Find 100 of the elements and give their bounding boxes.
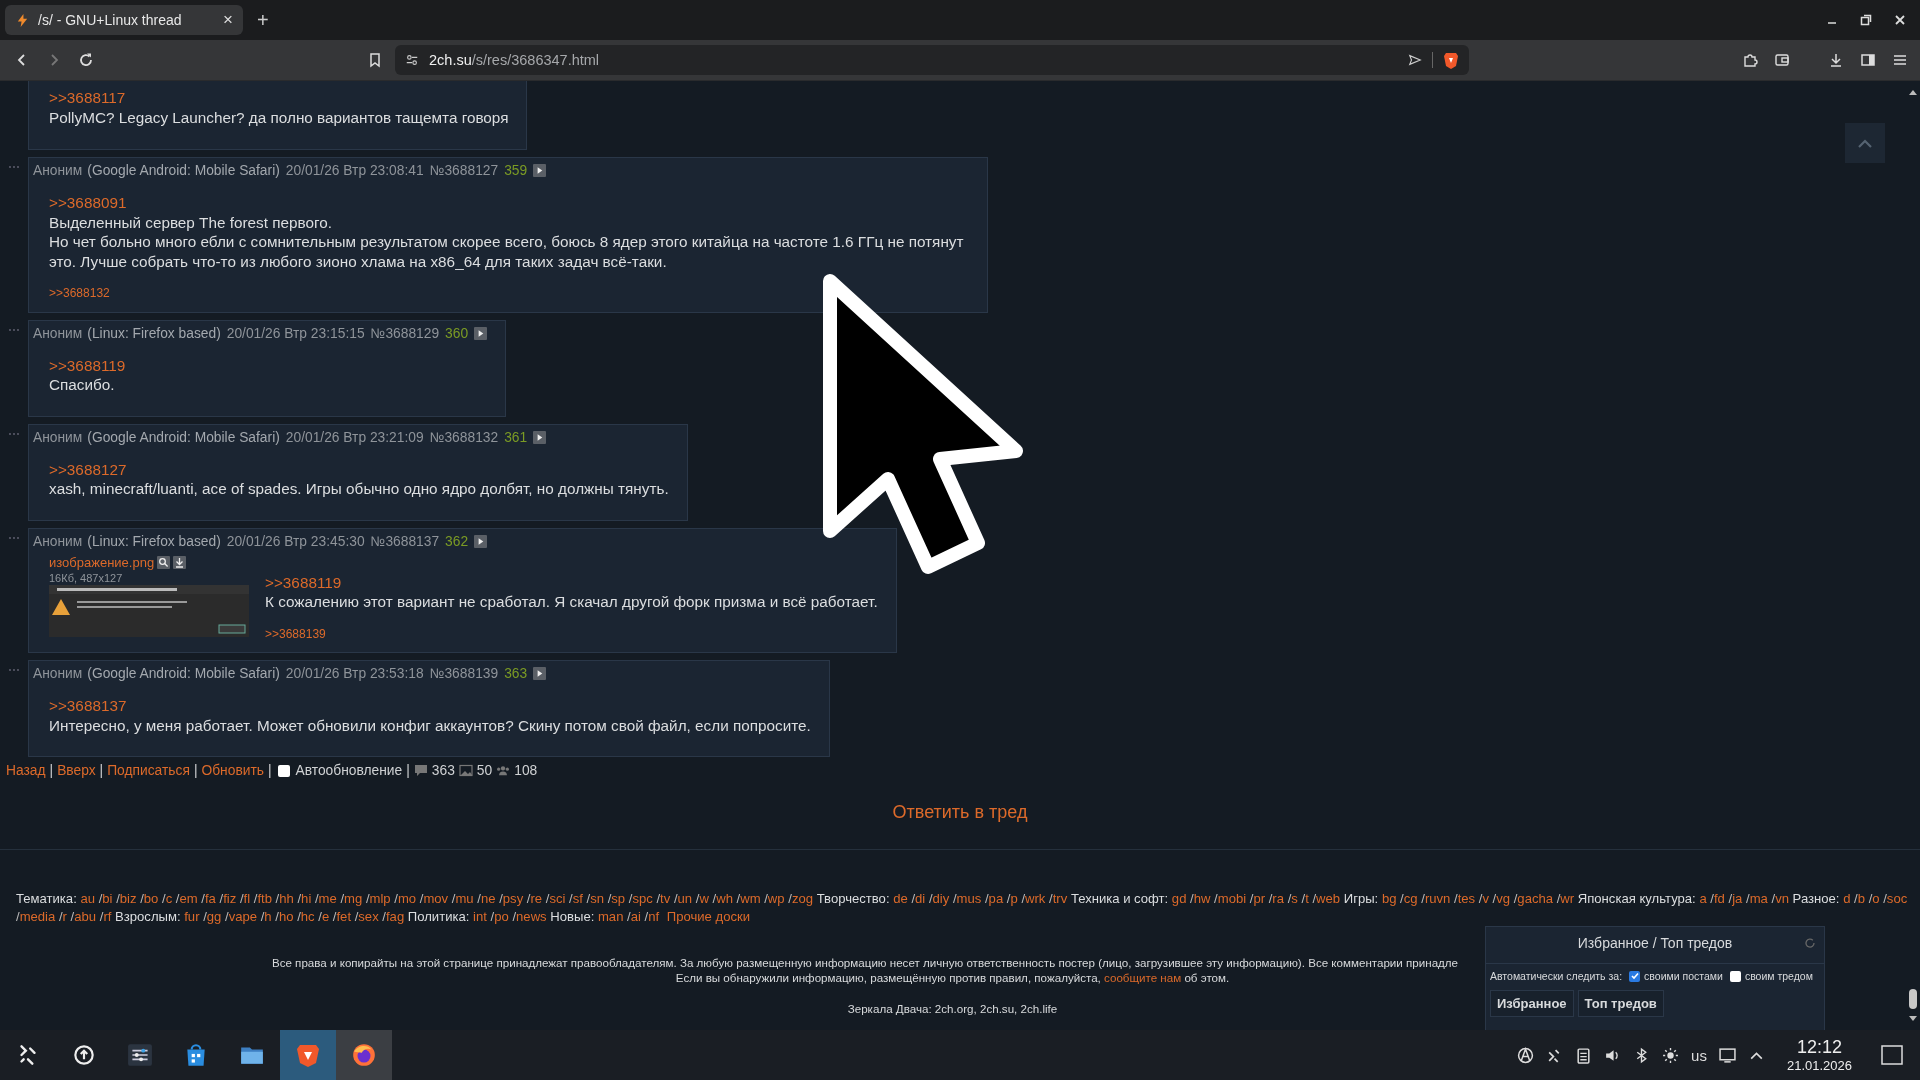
board-link[interactable]: ruvn <box>1424 891 1451 906</box>
thread-nav-link[interactable]: Обновить <box>201 763 264 778</box>
board-link[interactable]: e <box>321 909 330 924</box>
board-link[interactable]: hw <box>1193 891 1211 906</box>
board-link[interactable]: d <box>1843 891 1851 906</box>
reply-link[interactable]: >>3688091 <box>49 193 969 213</box>
board-link[interactable]: sf <box>572 891 583 906</box>
board-link[interactable]: au <box>80 891 95 906</box>
board-link[interactable]: mg <box>344 891 363 906</box>
image-thumbnail[interactable] <box>49 584 249 637</box>
board-link[interactable]: cg <box>1403 891 1418 906</box>
board-link[interactable]: p <box>1010 891 1018 906</box>
board-link[interactable]: de <box>893 891 908 906</box>
reply-link[interactable]: >>3688137 <box>49 696 811 716</box>
panel-tab[interactable]: Топ тредов <box>1577 990 1664 1017</box>
play-icon[interactable] <box>533 430 547 444</box>
play-icon[interactable] <box>474 534 488 548</box>
board-link[interactable]: me <box>318 891 337 906</box>
board-link[interactable]: news <box>516 909 547 924</box>
watch-checkbox[interactable] <box>1729 970 1741 982</box>
board-link[interactable]: r <box>62 909 67 924</box>
board-link[interactable]: b <box>1857 891 1865 906</box>
scrollbar-thumb[interactable] <box>1909 989 1917 1009</box>
board-link[interactable]: mobi <box>1217 891 1247 906</box>
board-link[interactable]: pa <box>988 891 1004 906</box>
post-number[interactable]: №3688139 <box>429 666 499 681</box>
reply-link[interactable]: >>3688119 <box>265 572 878 592</box>
reply-back-link[interactable]: >>3688139 <box>265 626 326 641</box>
keyboard-layout[interactable]: us <box>1691 1046 1707 1064</box>
thread-nav-link[interactable]: Назад <box>6 763 46 778</box>
scroll-up-icon[interactable] <box>1909 89 1917 95</box>
board-link[interactable]: em <box>179 891 198 906</box>
board-link[interactable]: media <box>19 909 56 924</box>
board-link[interactable]: biz <box>119 891 137 906</box>
board-link[interactable]: psy <box>502 891 524 906</box>
board-link[interactable]: int <box>473 909 487 924</box>
lion-shield-icon[interactable] <box>1443 51 1459 69</box>
reply-link[interactable]: >>3688119 <box>49 355 488 375</box>
autoupdate-checkbox[interactable] <box>277 764 290 777</box>
puzzle-icon[interactable] <box>1742 52 1758 68</box>
wallet-icon[interactable] <box>1774 52 1790 68</box>
board-link[interactable]: re <box>530 891 543 906</box>
board-link[interactable]: wp <box>767 891 785 906</box>
board-link[interactable]: pr <box>1253 891 1266 906</box>
board-link[interactable]: h <box>264 909 272 924</box>
board-link[interactable]: sp <box>611 891 626 906</box>
board-link[interactable]: w <box>699 891 709 906</box>
board-link[interactable]: diy <box>932 891 950 906</box>
board-link[interactable]: fd <box>1713 891 1725 906</box>
download-icon[interactable] <box>173 555 187 569</box>
thread-nav-link[interactable]: Подписаться <box>107 763 190 778</box>
board-link[interactable]: man <box>597 909 624 924</box>
board-link[interactable]: vg <box>1496 891 1511 906</box>
board-link[interactable]: rf <box>103 909 112 924</box>
board-link[interactable]: sci <box>549 891 566 906</box>
reply-to-thread-link[interactable]: Ответить в тред <box>892 802 1028 822</box>
board-link[interactable]: wrk <box>1025 891 1046 906</box>
post-number[interactable]: №3688137 <box>370 533 440 549</box>
board-link[interactable]: un <box>677 891 693 906</box>
board-link[interactable]: hc <box>300 909 315 924</box>
board-link[interactable]: mus <box>956 891 982 906</box>
brightness-icon[interactable] <box>1662 1046 1680 1064</box>
board-link[interactable]: abu <box>74 909 97 924</box>
reply-back-link[interactable]: >>3688132 <box>49 286 110 300</box>
board-link[interactable]: ra <box>1272 891 1284 906</box>
browser-tab[interactable]: /s/ - GNU+Linux thread × <box>5 5 243 35</box>
board-link[interactable]: v <box>1482 891 1489 906</box>
send-icon[interactable] <box>1408 53 1422 67</box>
board-link[interactable]: sex <box>358 909 379 924</box>
board-link[interactable]: trv <box>1052 891 1068 906</box>
board-link[interactable]: mov <box>423 891 449 906</box>
board-link[interactable]: nf <box>648 909 660 924</box>
board-link[interactable]: fiz <box>223 891 237 906</box>
clock[interactable]: 12:12 21.01.2026 <box>1786 1037 1852 1073</box>
board-link[interactable]: c <box>165 891 173 906</box>
board-link[interactable]: spc <box>632 891 653 906</box>
site-settings-icon[interactable] <box>405 53 419 67</box>
board-link[interactable]: hh <box>279 891 294 906</box>
report-link[interactable]: сообщите нам <box>1104 971 1182 984</box>
board-link[interactable]: fa <box>205 891 216 906</box>
board-link[interactable]: mo <box>397 891 417 906</box>
board-link[interactable]: o <box>1872 891 1880 906</box>
reply-link[interactable]: >>3688117 <box>49 88 509 108</box>
file-name-link[interactable]: изображение.png <box>49 554 155 570</box>
board-link[interactable]: fl <box>243 891 251 906</box>
post-number[interactable]: №3688127 <box>429 163 499 178</box>
reply-link[interactable]: >>3688127 <box>49 459 669 479</box>
board-link[interactable]: ne <box>480 891 496 906</box>
board-link[interactable]: fag <box>386 909 405 924</box>
address-bar[interactable]: 2ch.su/s/res/3686347.html <box>395 45 1469 75</box>
board-link[interactable]: ftb <box>257 891 272 906</box>
play-icon[interactable] <box>533 667 547 680</box>
board-link[interactable]: bo <box>143 891 159 906</box>
scroll-down-icon[interactable] <box>1909 1016 1917 1022</box>
board-link[interactable]: mu <box>455 891 474 906</box>
board-link[interactable]: di <box>915 891 926 906</box>
other-boards-link[interactable]: Прочие доски <box>666 909 751 924</box>
board-link[interactable]: sn <box>590 891 604 906</box>
board-link[interactable]: soc <box>1886 891 1908 906</box>
search-icon[interactable] <box>157 555 171 569</box>
